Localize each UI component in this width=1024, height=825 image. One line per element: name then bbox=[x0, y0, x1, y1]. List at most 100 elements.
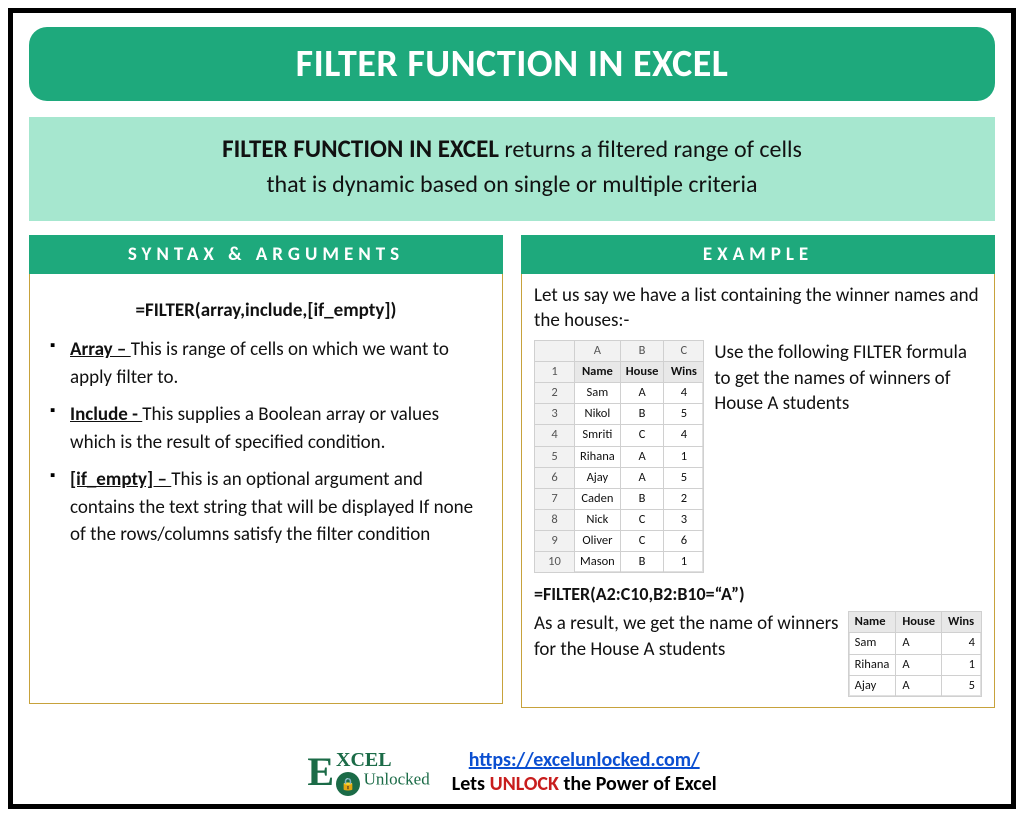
table-row: 10MasonB1 bbox=[535, 552, 704, 573]
cell: Ajay bbox=[575, 467, 621, 488]
cell: B bbox=[620, 404, 664, 425]
cell: A bbox=[896, 675, 942, 696]
header-cell: Name bbox=[575, 362, 621, 383]
cell: Mason bbox=[575, 552, 621, 573]
col-label: A bbox=[575, 340, 621, 361]
row-num: 5 bbox=[535, 446, 575, 467]
cell: Sam bbox=[848, 633, 896, 654]
cell: Nick bbox=[575, 509, 621, 530]
table-row: 4SmritiC4 bbox=[535, 425, 704, 446]
footer: E XCEL 🔒 Unlocked https://excelunlocked.… bbox=[13, 748, 1011, 796]
footer-text: https://excelunlocked.com/ Lets UNLOCK t… bbox=[452, 748, 717, 796]
cell: Rihana bbox=[848, 654, 896, 675]
description-strong: FILTER FUNCTION IN EXCEL bbox=[222, 133, 499, 164]
row-num: 6 bbox=[535, 467, 575, 488]
cell: 2 bbox=[664, 488, 704, 509]
row-num: 8 bbox=[535, 509, 575, 530]
col-label: B bbox=[620, 340, 664, 361]
row-num: 3 bbox=[535, 404, 575, 425]
result-spreadsheet: Name House Wins SamA4 RihanaA1 AjayA5 bbox=[848, 611, 982, 697]
tagline-pre: Lets bbox=[452, 772, 490, 796]
cell: 5 bbox=[664, 404, 704, 425]
table-row: 8NickC3 bbox=[535, 509, 704, 530]
syntax-column: SYNTAX & ARGUMENTS =FILTER(array,include… bbox=[29, 235, 503, 708]
example-side-text: Use the following FILTER formula to get … bbox=[714, 340, 982, 417]
description-banner: FILTER FUNCTION IN EXCEL returns a filte… bbox=[29, 117, 995, 221]
row-num: 10 bbox=[535, 552, 575, 573]
cell: A bbox=[896, 654, 942, 675]
table-row: 9OliverC6 bbox=[535, 531, 704, 552]
description-text-1: returns a filtered range of cells bbox=[499, 135, 802, 164]
cell: 5 bbox=[942, 675, 982, 696]
row-num: 2 bbox=[535, 383, 575, 404]
columns: SYNTAX & ARGUMENTS =FILTER(array,include… bbox=[29, 235, 995, 708]
table-row: 7CadenB2 bbox=[535, 488, 704, 509]
cell: 3 bbox=[664, 509, 704, 530]
cell: B bbox=[620, 488, 664, 509]
table-row: 3NikolB5 bbox=[535, 404, 704, 425]
cell: 6 bbox=[664, 531, 704, 552]
cell: Smriti bbox=[575, 425, 621, 446]
header-cell: House bbox=[620, 362, 664, 383]
syntax-body: =FILTER(array,include,[if_empty]) Array … bbox=[29, 272, 503, 704]
argument-list: Array – This is range of cells on which … bbox=[44, 336, 488, 549]
header-cell: Wins bbox=[942, 612, 982, 633]
cell: 1 bbox=[664, 446, 704, 467]
table-row: SamA4 bbox=[848, 633, 981, 654]
row-num: 1 bbox=[535, 362, 575, 383]
cell: A bbox=[620, 446, 664, 467]
list-item: Array – This is range of cells on which … bbox=[50, 336, 488, 391]
example-result-text: As a result, we get the name of winners … bbox=[534, 611, 840, 662]
cell: 1 bbox=[664, 552, 704, 573]
cell: 1 bbox=[942, 654, 982, 675]
table-row: AjayA5 bbox=[848, 675, 981, 696]
example-body: Let us say we have a list containing the… bbox=[521, 272, 995, 708]
row-num: 7 bbox=[535, 488, 575, 509]
header-cell: House bbox=[896, 612, 942, 633]
page-title: FILTER FUNCTION IN EXCEL bbox=[29, 27, 995, 101]
cell: A bbox=[620, 467, 664, 488]
cell: Rihana bbox=[575, 446, 621, 467]
cell: B bbox=[620, 552, 664, 573]
table-row: 2SamA4 bbox=[535, 383, 704, 404]
logo-letter-e: E bbox=[307, 755, 334, 789]
list-item: [if_empty] – This is an optional argumen… bbox=[50, 466, 488, 549]
table-row: 6AjayA5 bbox=[535, 467, 704, 488]
keyhole-icon: 🔒 bbox=[336, 772, 360, 796]
syntax-formula: =FILTER(array,include,[if_empty]) bbox=[44, 297, 488, 325]
arg-name-array: Array – bbox=[70, 338, 131, 361]
example-header: EXAMPLE bbox=[521, 235, 995, 274]
cell: Nikol bbox=[575, 404, 621, 425]
row-num: 9 bbox=[535, 531, 575, 552]
example-column: EXAMPLE Let us say we have a list contai… bbox=[521, 235, 995, 708]
source-spreadsheet: A B C 1 Name House Wins 2SamA4 3NikolB5 … bbox=[534, 340, 704, 573]
logo-text-bottom: Unlocked bbox=[364, 770, 430, 789]
cell: Ajay bbox=[848, 675, 896, 696]
cell: 4 bbox=[664, 425, 704, 446]
header-cell: Wins bbox=[664, 362, 704, 383]
table-row: 5RihanaA1 bbox=[535, 446, 704, 467]
corner-cell bbox=[535, 340, 575, 361]
document-frame: FILTER FUNCTION IN EXCEL FILTER FUNCTION… bbox=[8, 8, 1016, 809]
cell: Oliver bbox=[575, 531, 621, 552]
cell: C bbox=[620, 509, 664, 530]
col-label: C bbox=[664, 340, 704, 361]
logo-text-top: XCEL bbox=[336, 751, 430, 769]
arg-name-ifempty: [if_empty] – bbox=[70, 468, 171, 491]
footer-link[interactable]: https://excelunlocked.com/ bbox=[469, 748, 700, 772]
example-formula: =FILTER(A2:C10,B2:B10=“A”) bbox=[534, 581, 982, 607]
cell: C bbox=[620, 425, 664, 446]
cell: 4 bbox=[942, 633, 982, 654]
tagline-post: the Power of Excel bbox=[559, 772, 717, 796]
description-text-2: that is dynamic based on single or multi… bbox=[266, 170, 757, 199]
syntax-header: SYNTAX & ARGUMENTS bbox=[29, 235, 503, 274]
cell: 4 bbox=[664, 383, 704, 404]
cell: C bbox=[620, 531, 664, 552]
cell: 5 bbox=[664, 467, 704, 488]
cell: A bbox=[896, 633, 942, 654]
example-intro: Let us say we have a list containing the… bbox=[534, 283, 982, 334]
cell: Caden bbox=[575, 488, 621, 509]
header-cell: Name bbox=[848, 612, 896, 633]
arg-name-include: Include - bbox=[70, 403, 142, 426]
list-item: Include - This supplies a Boolean array … bbox=[50, 401, 488, 456]
